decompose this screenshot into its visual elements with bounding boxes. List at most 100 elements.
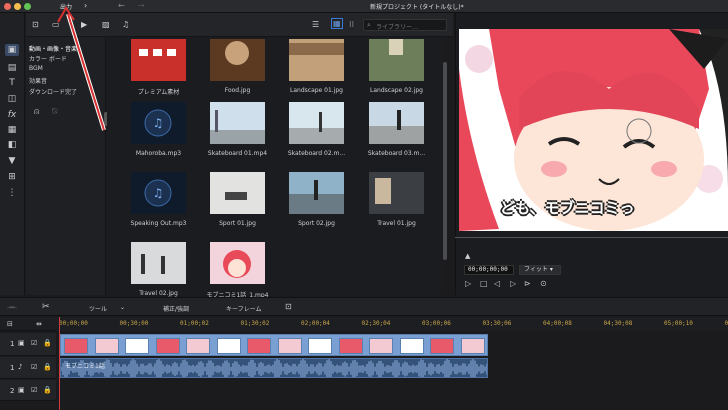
audio-clip[interactable]: モブニコミ1話: [60, 358, 488, 378]
keyframe-button[interactable]: キーフレーム: [226, 304, 261, 313]
premium-preview: [131, 39, 186, 81]
track-enable-checkbox[interactable]: ☑: [31, 363, 37, 371]
zoom-fit-dropdown[interactable]: フィット ▾: [519, 265, 561, 275]
preview-scrubber[interactable]: [455, 237, 728, 238]
next-frame-icon[interactable]: ▷: [510, 279, 516, 288]
media-thumbnail[interactable]: [289, 172, 344, 214]
chevron-down-icon[interactable]: ⌄: [120, 304, 125, 311]
media-thumbnail[interactable]: ♫: [131, 172, 186, 214]
zoom-window-button[interactable]: [24, 3, 31, 10]
track-enable-checkbox[interactable]: ☑: [31, 386, 37, 394]
preview-subtitle: ども、モブニコミっ: [500, 199, 635, 217]
search-placeholder: ライブラリー…: [376, 24, 419, 31]
split-icon[interactable]: ✂: [42, 302, 50, 312]
folder-downloads[interactable]: ダウンロード完了: [29, 87, 77, 96]
scrubber-handle-icon[interactable]: ▲: [465, 252, 470, 260]
media-filename: プレミアム素材: [137, 89, 180, 96]
media-thumbnail[interactable]: [131, 242, 186, 284]
folder-sound-effects[interactable]: 効果音: [29, 76, 47, 85]
library-search-box[interactable]: ⌕ ライブラリー…: [363, 19, 447, 31]
sport2-preview: [289, 172, 344, 214]
audio-mixing-icon[interactable]: ▼: [5, 155, 19, 167]
folder-color-board[interactable]: カラー ボード: [29, 54, 67, 63]
subtitle-edit-icon[interactable]: ⊡: [285, 302, 292, 311]
media-thumbnail[interactable]: [210, 172, 265, 214]
title-bar: [0, 0, 728, 13]
clip-frame-thumbnail: [430, 338, 454, 354]
audio-clip-label: モブニコミ1話: [65, 363, 105, 370]
close-window-button[interactable]: [4, 3, 11, 10]
tag-add-icon[interactable]: ⍝: [34, 107, 39, 117]
effects-room-icon[interactable]: ▤: [5, 62, 19, 74]
library-scrollbar[interactable]: [443, 62, 447, 260]
play-icon[interactable]: ▷: [465, 279, 471, 288]
playhead[interactable]: [59, 317, 60, 410]
video-track-icon: ▣: [18, 386, 25, 394]
thumbnail-size-icon[interactable]: ⁝⁝: [349, 20, 354, 29]
lock-icon[interactable]: 🔒: [43, 363, 52, 371]
fx-room-icon[interactable]: fx: [5, 109, 19, 121]
transition-room-icon[interactable]: ◫: [5, 93, 19, 105]
filter-video-icon[interactable]: ▶: [81, 20, 87, 29]
clip-frame-thumbnail: [155, 338, 180, 354]
filter-image-icon[interactable]: ▨: [102, 20, 110, 29]
media-filename: Food.jpg: [224, 87, 251, 94]
timeline-mode-icon[interactable]: ⇥⇤: [7, 304, 17, 311]
media-filename: Sport 01.jpg: [219, 220, 256, 227]
correction-button[interactable]: 補正/強調: [163, 304, 189, 313]
media-thumbnail[interactable]: [210, 242, 265, 284]
minimize-window-button[interactable]: [14, 3, 21, 10]
folder-media[interactable]: 動画・画像・音楽: [29, 44, 77, 53]
media-thumbnail[interactable]: [369, 39, 424, 81]
stop-icon[interactable]: □: [480, 279, 488, 288]
chevron-right-icon[interactable]: ›: [84, 1, 87, 10]
title-room-icon[interactable]: T: [5, 77, 19, 89]
travel2-preview: [131, 242, 186, 284]
media-thumbnail[interactable]: [131, 39, 186, 81]
subtitle-room-icon[interactable]: ⊞: [5, 171, 19, 183]
media-thumbnail[interactable]: [369, 102, 424, 144]
filter-audio-icon[interactable]: ♫: [122, 20, 129, 29]
fit-timeline-icon[interactable]: ⇹: [36, 320, 42, 328]
import-icon[interactable]: ⊡: [32, 20, 39, 29]
media-thumbnail[interactable]: [289, 102, 344, 144]
pip-room-icon[interactable]: ▦: [5, 124, 19, 136]
tools-menu[interactable]: ツール: [89, 304, 107, 313]
redo-icon[interactable]: →: [138, 1, 145, 10]
media-thumbnail[interactable]: [210, 102, 265, 144]
lock-icon[interactable]: 🔒: [43, 339, 52, 347]
search-icon: ⌕: [367, 21, 371, 29]
clip-frame-thumbnail: [125, 338, 149, 354]
clip-frame-thumbnail: [399, 338, 424, 354]
filter-all-icon[interactable]: ▭: [52, 20, 60, 29]
list-view-icon[interactable]: ☰: [312, 20, 319, 29]
media-thumbnail[interactable]: ♫: [131, 102, 186, 144]
timeline-ruler[interactable]: 00;00;00 00;30;00 01;00;02 01;30;02 02;00;04…: [56, 317, 728, 331]
clip-frame-thumbnail: [277, 338, 302, 354]
tag-remove-icon[interactable]: ⍉: [52, 107, 57, 117]
undo-icon[interactable]: ←: [118, 1, 125, 10]
media-room-icon[interactable]: ▣: [5, 44, 19, 56]
track-header-video-2: 2 ▣ ☑ 🔒: [0, 380, 56, 401]
more-icon[interactable]: ⋮: [5, 187, 19, 199]
media-thumbnail[interactable]: [289, 39, 344, 81]
video-clip[interactable]: [60, 334, 488, 356]
media-filename: Landscape 02.jpg: [370, 87, 423, 94]
folder-bgm[interactable]: BGM: [29, 65, 43, 72]
clip-frame-thumbnail: [216, 338, 241, 354]
lock-icon[interactable]: 🔒: [43, 386, 52, 394]
particle-room-icon[interactable]: ◧: [5, 139, 19, 151]
track-manager-icon[interactable]: ⊟: [7, 320, 13, 328]
media-thumbnail[interactable]: [210, 39, 265, 81]
ruler-tick-label: 01;00;02: [180, 320, 209, 327]
media-filename: Speaking Out.mp3: [130, 220, 187, 227]
media-filename: Mahoroba.mp3: [135, 150, 182, 157]
track-enable-checkbox[interactable]: ☑: [31, 339, 37, 347]
output-menu[interactable]: 出力: [60, 2, 72, 11]
fast-forward-icon[interactable]: ⊳: [524, 279, 531, 288]
snapshot-icon[interactable]: ⊙: [540, 279, 547, 288]
grid-view-icon[interactable]: ▦: [331, 18, 343, 29]
room-toolbar: ▣ ▤ T ◫ fx ▦ ◧ ▼ ⊞ ⋮: [0, 13, 25, 295]
media-thumbnail[interactable]: [369, 172, 424, 214]
prev-frame-icon[interactable]: ◁: [494, 279, 500, 288]
